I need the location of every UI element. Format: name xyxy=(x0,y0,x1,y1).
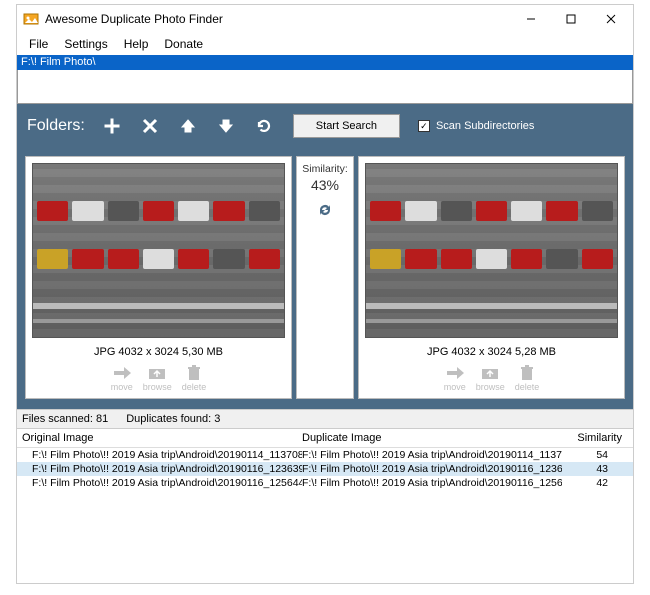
cell-original: F:\! Film Photo\!! 2019 Asia trip\Androi… xyxy=(22,477,302,489)
similarity-value: 43% xyxy=(311,177,339,193)
cell-duplicate: F:\! Film Photo\!! 2019 Asia trip\Androi… xyxy=(302,463,562,475)
table-row[interactable]: F:\! Film Photo\!! 2019 Asia trip\Androi… xyxy=(17,462,633,476)
left-image-panel: JPG 4032 x 3024 5,30 MB move browse dele… xyxy=(25,156,292,399)
right-move-button[interactable]: move xyxy=(444,364,466,392)
add-folder-icon[interactable] xyxy=(101,115,123,137)
window-controls xyxy=(511,6,631,32)
menubar: File Settings Help Donate xyxy=(17,33,633,55)
scan-subdirectories-checkbox[interactable]: ✓ Scan Subdirectories xyxy=(418,120,534,132)
minimize-button[interactable] xyxy=(511,6,551,32)
move-down-icon[interactable] xyxy=(215,115,237,137)
undo-icon[interactable] xyxy=(253,115,275,137)
toolbar: Folders: Start Search ✓ Scan Subdirector… xyxy=(17,104,633,148)
similarity-column: Similarity: 43% xyxy=(296,156,354,399)
check-icon: ✓ xyxy=(418,120,430,132)
comparison-area: JPG 4032 x 3024 5,30 MB move browse dele… xyxy=(17,148,633,409)
cell-original: F:\! Film Photo\!! 2019 Asia trip\Androi… xyxy=(22,449,302,461)
menu-settings[interactable]: Settings xyxy=(56,35,115,53)
folder-list-area[interactable] xyxy=(17,70,633,104)
selected-folder-path[interactable]: F:\! Film Photo\ xyxy=(17,55,633,70)
results-header: Original Image Duplicate Image Similarit… xyxy=(17,429,633,448)
left-image-actions: move browse delete xyxy=(111,364,207,392)
menu-file[interactable]: File xyxy=(21,35,56,53)
similarity-label: Similarity: xyxy=(302,163,348,175)
right-browse-button[interactable]: browse xyxy=(476,364,505,392)
left-move-button[interactable]: move xyxy=(111,364,133,392)
maximize-button[interactable] xyxy=(551,6,591,32)
left-image-meta: JPG 4032 x 3024 5,30 MB xyxy=(94,346,223,358)
cell-original: F:\! Film Photo\!! 2019 Asia trip\Androi… xyxy=(22,463,302,475)
col-duplicate[interactable]: Duplicate Image xyxy=(302,432,562,444)
table-row[interactable]: F:\! Film Photo\!! 2019 Asia trip\Androi… xyxy=(17,448,633,462)
files-scanned: Files scanned: 81 xyxy=(22,413,108,425)
cell-similarity: 42 xyxy=(562,477,628,489)
trash-icon xyxy=(516,364,538,382)
trash-icon xyxy=(183,364,205,382)
app-window: Awesome Duplicate Photo Finder File Sett… xyxy=(16,4,634,584)
move-up-icon[interactable] xyxy=(177,115,199,137)
cell-similarity: 43 xyxy=(562,463,628,475)
folders-label: Folders: xyxy=(27,117,85,135)
remove-folder-icon[interactable] xyxy=(139,115,161,137)
right-image-meta: JPG 4032 x 3024 5,28 MB xyxy=(427,346,556,358)
folder-up-icon xyxy=(146,364,168,382)
titlebar: Awesome Duplicate Photo Finder xyxy=(17,5,633,33)
arrow-right-icon xyxy=(444,364,466,382)
refresh-icon[interactable] xyxy=(316,201,334,224)
cell-similarity: 54 xyxy=(562,449,628,461)
window-title: Awesome Duplicate Photo Finder xyxy=(45,12,511,26)
left-delete-button[interactable]: delete xyxy=(182,364,207,392)
app-icon xyxy=(23,11,39,27)
menu-help[interactable]: Help xyxy=(116,35,157,53)
scan-subdirectories-label: Scan Subdirectories xyxy=(436,120,534,132)
status-bar: Files scanned: 81 Duplicates found: 3 xyxy=(17,409,633,429)
cell-duplicate: F:\! Film Photo\!! 2019 Asia trip\Androi… xyxy=(302,449,562,461)
col-similarity[interactable]: Similarity xyxy=(562,432,628,444)
menu-donate[interactable]: Donate xyxy=(156,35,211,53)
left-browse-button[interactable]: browse xyxy=(143,364,172,392)
right-image-actions: move browse delete xyxy=(444,364,540,392)
results-table: F:\! Film Photo\!! 2019 Asia trip\Androi… xyxy=(17,448,633,490)
table-row[interactable]: F:\! Film Photo\!! 2019 Asia trip\Androi… xyxy=(17,476,633,490)
right-image-preview[interactable] xyxy=(365,163,618,338)
cell-duplicate: F:\! Film Photo\!! 2019 Asia trip\Androi… xyxy=(302,477,562,489)
folder-up-icon xyxy=(479,364,501,382)
duplicates-found: Duplicates found: 3 xyxy=(126,413,220,425)
arrow-right-icon xyxy=(111,364,133,382)
close-button[interactable] xyxy=(591,6,631,32)
col-original[interactable]: Original Image xyxy=(22,432,302,444)
left-image-preview[interactable] xyxy=(32,163,285,338)
right-image-panel: JPG 4032 x 3024 5,28 MB move browse dele… xyxy=(358,156,625,399)
start-search-button[interactable]: Start Search xyxy=(293,114,400,138)
right-delete-button[interactable]: delete xyxy=(515,364,540,392)
